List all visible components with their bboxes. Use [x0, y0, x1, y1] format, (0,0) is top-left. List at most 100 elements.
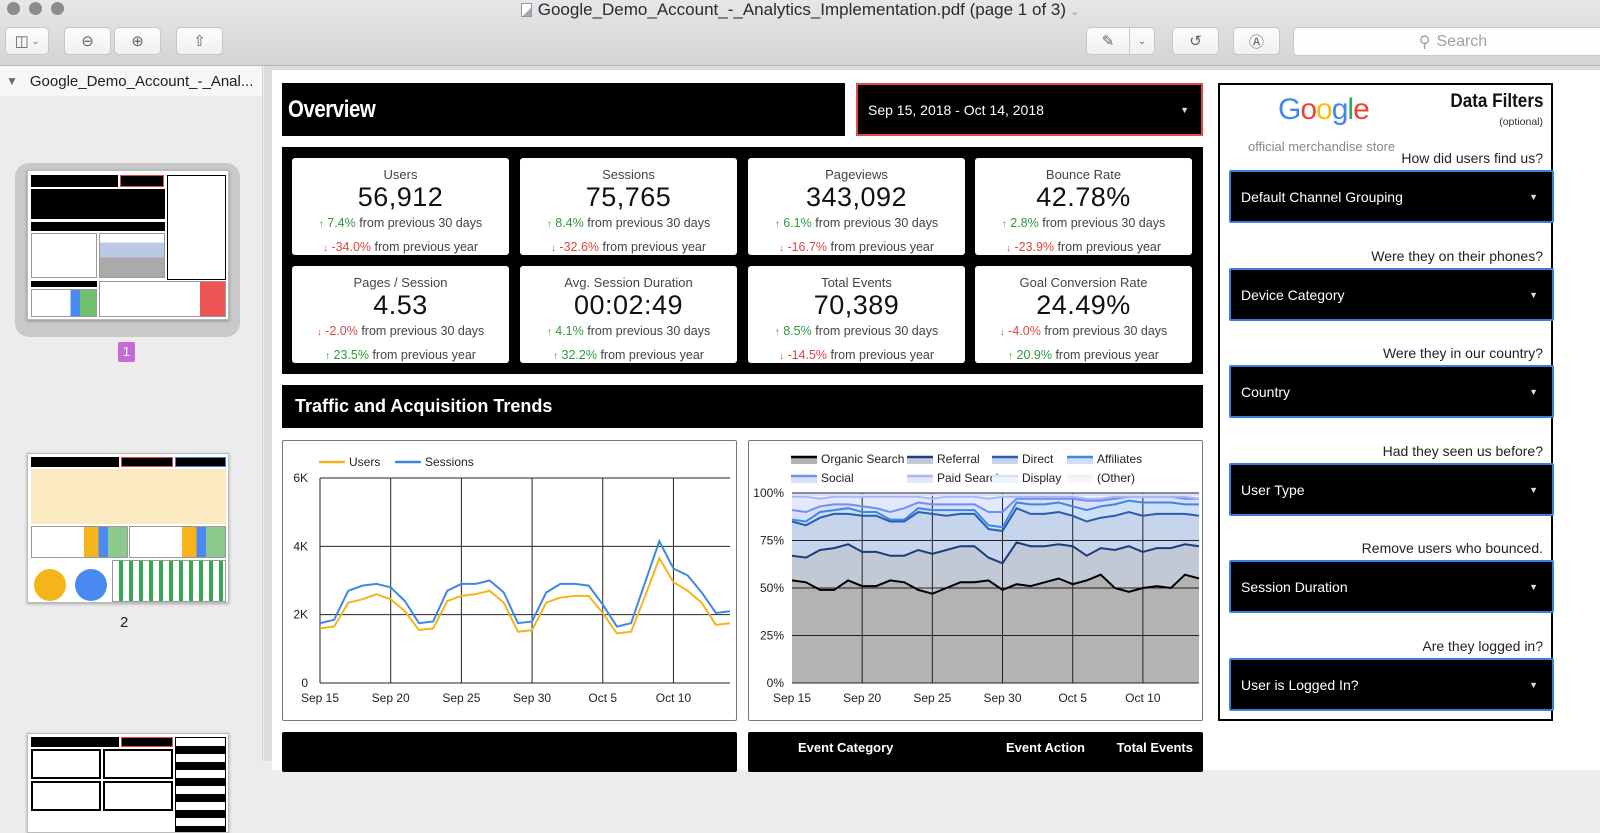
legend-label[interactable]: Social [821, 471, 854, 485]
filter-dropdown-user-type[interactable]: User Type ▼ [1229, 463, 1554, 516]
arrow-up-icon: ↑ [1001, 219, 1007, 230]
filter-dropdown-country[interactable]: Country ▼ [1229, 365, 1554, 418]
column-header-event-category[interactable]: Event Category [798, 740, 893, 755]
legend-label[interactable]: Direct [1022, 452, 1054, 466]
disclosure-triangle-icon[interactable]: ▼ [6, 74, 18, 88]
y-tick-label: 4K [293, 539, 308, 553]
filter-dropdown-user-is-logged-in[interactable]: User is Logged In? ▼ [1229, 658, 1554, 711]
dropdown-caret-icon: ▼ [1529, 386, 1538, 397]
zoom-out-icon: ⊖ [81, 33, 94, 50]
page-thumbnail-2[interactable] [27, 453, 229, 603]
legend-label[interactable]: Organic Search [821, 452, 904, 466]
x-tick-label: Sep 25 [442, 691, 480, 705]
rotate-button[interactable]: ↺ [1172, 27, 1219, 55]
x-tick-label: Sep 25 [913, 691, 951, 705]
sidebar-icon: ◫ [14, 33, 29, 50]
x-tick-label: Oct 10 [1125, 691, 1161, 705]
dropdown-caret-icon: ▼ [1529, 289, 1538, 300]
arrow-down-icon: ↓ [999, 327, 1005, 338]
filter-dropdown-default-channel-grouping[interactable]: Default Channel Grouping ▼ [1229, 170, 1554, 223]
zoom-out-button[interactable]: ⊖ [64, 27, 111, 55]
kpi-card-bounce-rate: Bounce Rate 42.78% ↑ 2.8% from previous 30… [975, 158, 1192, 255]
column-header-event-label[interactable]: Event Label [1204, 740, 1239, 770]
area-band-organic-search [792, 574, 1199, 683]
zoom-in-button[interactable]: ⊕ [114, 27, 161, 55]
x-tick-label: Oct 5 [588, 691, 617, 705]
kpi-label: Bounce Rate [1045, 167, 1122, 182]
kpi-label: Total Events [821, 275, 892, 290]
arrow-up-icon: ↑ [546, 219, 552, 230]
kpi-label: Sessions [602, 167, 655, 182]
kpi-value: 56,912 [357, 182, 444, 212]
y-tick-label: 0% [767, 676, 785, 690]
legend-label[interactable]: Affiliates [1097, 452, 1142, 466]
area-chart-svg: 0% 25% 50% 75% 100% Sep 15 Sep 20 Sep 25 Sep 30 O… [753, 452, 1200, 705]
markup-menu-button[interactable]: ⌄ [1129, 27, 1155, 55]
data-filters-panel: Google official merchandise store Data F… [1218, 83, 1554, 721]
column-header-event-action[interactable]: Event Action [1006, 740, 1085, 755]
filter-question: Were they in our country? [1382, 345, 1543, 361]
arrow-up-icon: ↑ [325, 351, 331, 362]
y-tick-label: 25% [760, 629, 784, 643]
pdf-viewer[interactable]: Overview Sep 15, 2018 - Oct 14, 2018 ▼ T… [264, 66, 1600, 772]
window-title[interactable]: Google_Demo_Account_-_Analytics_Implemen… [0, 0, 1600, 22]
arrow-up-icon: ↑ [318, 219, 324, 230]
kpi-card-sessions: Sessions 75,765 ↑ 8.4% from previous 30 da… [520, 158, 737, 255]
y-tick-label: 100% [753, 486, 784, 500]
page-number-badge: 1 [118, 342, 135, 362]
arrow-down-icon: ↓ [778, 243, 784, 254]
legend-label[interactable]: Display [1022, 471, 1061, 485]
chevron-down-icon[interactable]: ⌄ [1070, 6, 1079, 18]
x-tick-label: Oct 5 [1058, 691, 1087, 705]
legend-label[interactable]: Referral [937, 452, 980, 466]
x-tick-label: Sep 20 [372, 691, 410, 705]
top-pages-header [282, 732, 737, 772]
dropdown-caret-icon: ▼ [1529, 484, 1538, 495]
users-sessions-line-chart: 0 2K 4K 6K Sep 15 Sep 20 Sep 25 Sep 30 Oct 5 Oct … [282, 440, 737, 721]
share-button[interactable]: ⇧ [176, 27, 223, 55]
arrow-down-icon: ↓ [778, 351, 784, 362]
kpi-card-total-events: Total Events 70,389 ↑ 8.5% from previous 3… [748, 266, 965, 363]
arrow-down-icon: ↓ [322, 243, 328, 254]
arrow-up-icon: ↑ [546, 327, 552, 338]
kpi-card-goal-conversion-rate: Goal Conversion Rate 24.49% ↓ -4.0% from p… [975, 266, 1192, 363]
legend-label[interactable]: (Other) [1097, 471, 1135, 485]
filter-dropdown-session-duration[interactable]: Session Duration ▼ [1229, 560, 1554, 613]
search-icon: ⚲ [1418, 33, 1431, 51]
kpi-value: 00:02:49 [573, 290, 684, 320]
logo-subtitle: official merchandise store [1248, 139, 1396, 154]
kpi-change-prev-30-days: ↓ -4.0% from previous 30 days [999, 324, 1168, 338]
markup-button[interactable]: ✎ [1086, 27, 1130, 55]
kpi-value: 42.78% [1036, 182, 1131, 212]
chevron-down-icon: ⌄ [1137, 35, 1147, 47]
kpi-label: Pageviews [825, 167, 888, 182]
filter-dropdown-device-category[interactable]: Device Category ▼ [1229, 268, 1554, 321]
kpi-change-prev-year: ↓ -23.9% from previous year [1005, 240, 1162, 254]
legend-label[interactable]: Users [349, 455, 380, 469]
sidebar-document-header[interactable]: ▼ Google_Demo_Account_-_Anal... [0, 66, 262, 96]
x-tick-label: Sep 30 [983, 691, 1021, 705]
kpi-value: 4.53 [373, 290, 428, 320]
date-range-selector[interactable]: Sep 15, 2018 - Oct 14, 2018 ▼ [856, 83, 1203, 136]
filters-subtitle: (optional) [1499, 116, 1543, 128]
x-tick-label: Sep 15 [773, 691, 811, 705]
x-tick-label: Sep 30 [513, 691, 551, 705]
search-field[interactable]: ⚲ Search [1293, 27, 1600, 56]
y-tick-label: 6K [293, 471, 308, 485]
arrow-up-icon: ↑ [774, 219, 780, 230]
column-header-total-events[interactable]: Total Events [1117, 740, 1193, 755]
kpi-label: Avg. Session Duration [564, 275, 693, 290]
kpi-change-prev-year: ↑ 20.9% from previous year [1008, 348, 1159, 362]
chevron-down-icon: ⌄ [31, 35, 40, 46]
page-thumbnail-3[interactable] [27, 733, 229, 833]
zoom-in-icon: ⊕ [131, 33, 144, 50]
arrow-down-icon: ↓ [1005, 243, 1011, 254]
window-titlebar: Google_Demo_Account_-_Analytics_Implemen… [0, 0, 1600, 66]
annotate-button[interactable]: Ⓐ [1233, 27, 1280, 55]
page-thumbnail-1[interactable] [27, 170, 229, 320]
filter-question: Remove users who bounced. [1361, 540, 1543, 556]
x-tick-label: Oct 10 [656, 691, 692, 705]
kpi-change-prev-year: ↑ 32.2% from previous year [553, 348, 704, 362]
sidebar-toggle-button[interactable]: ◫ ⌄ [5, 27, 49, 55]
legend-label[interactable]: Sessions [425, 455, 474, 469]
